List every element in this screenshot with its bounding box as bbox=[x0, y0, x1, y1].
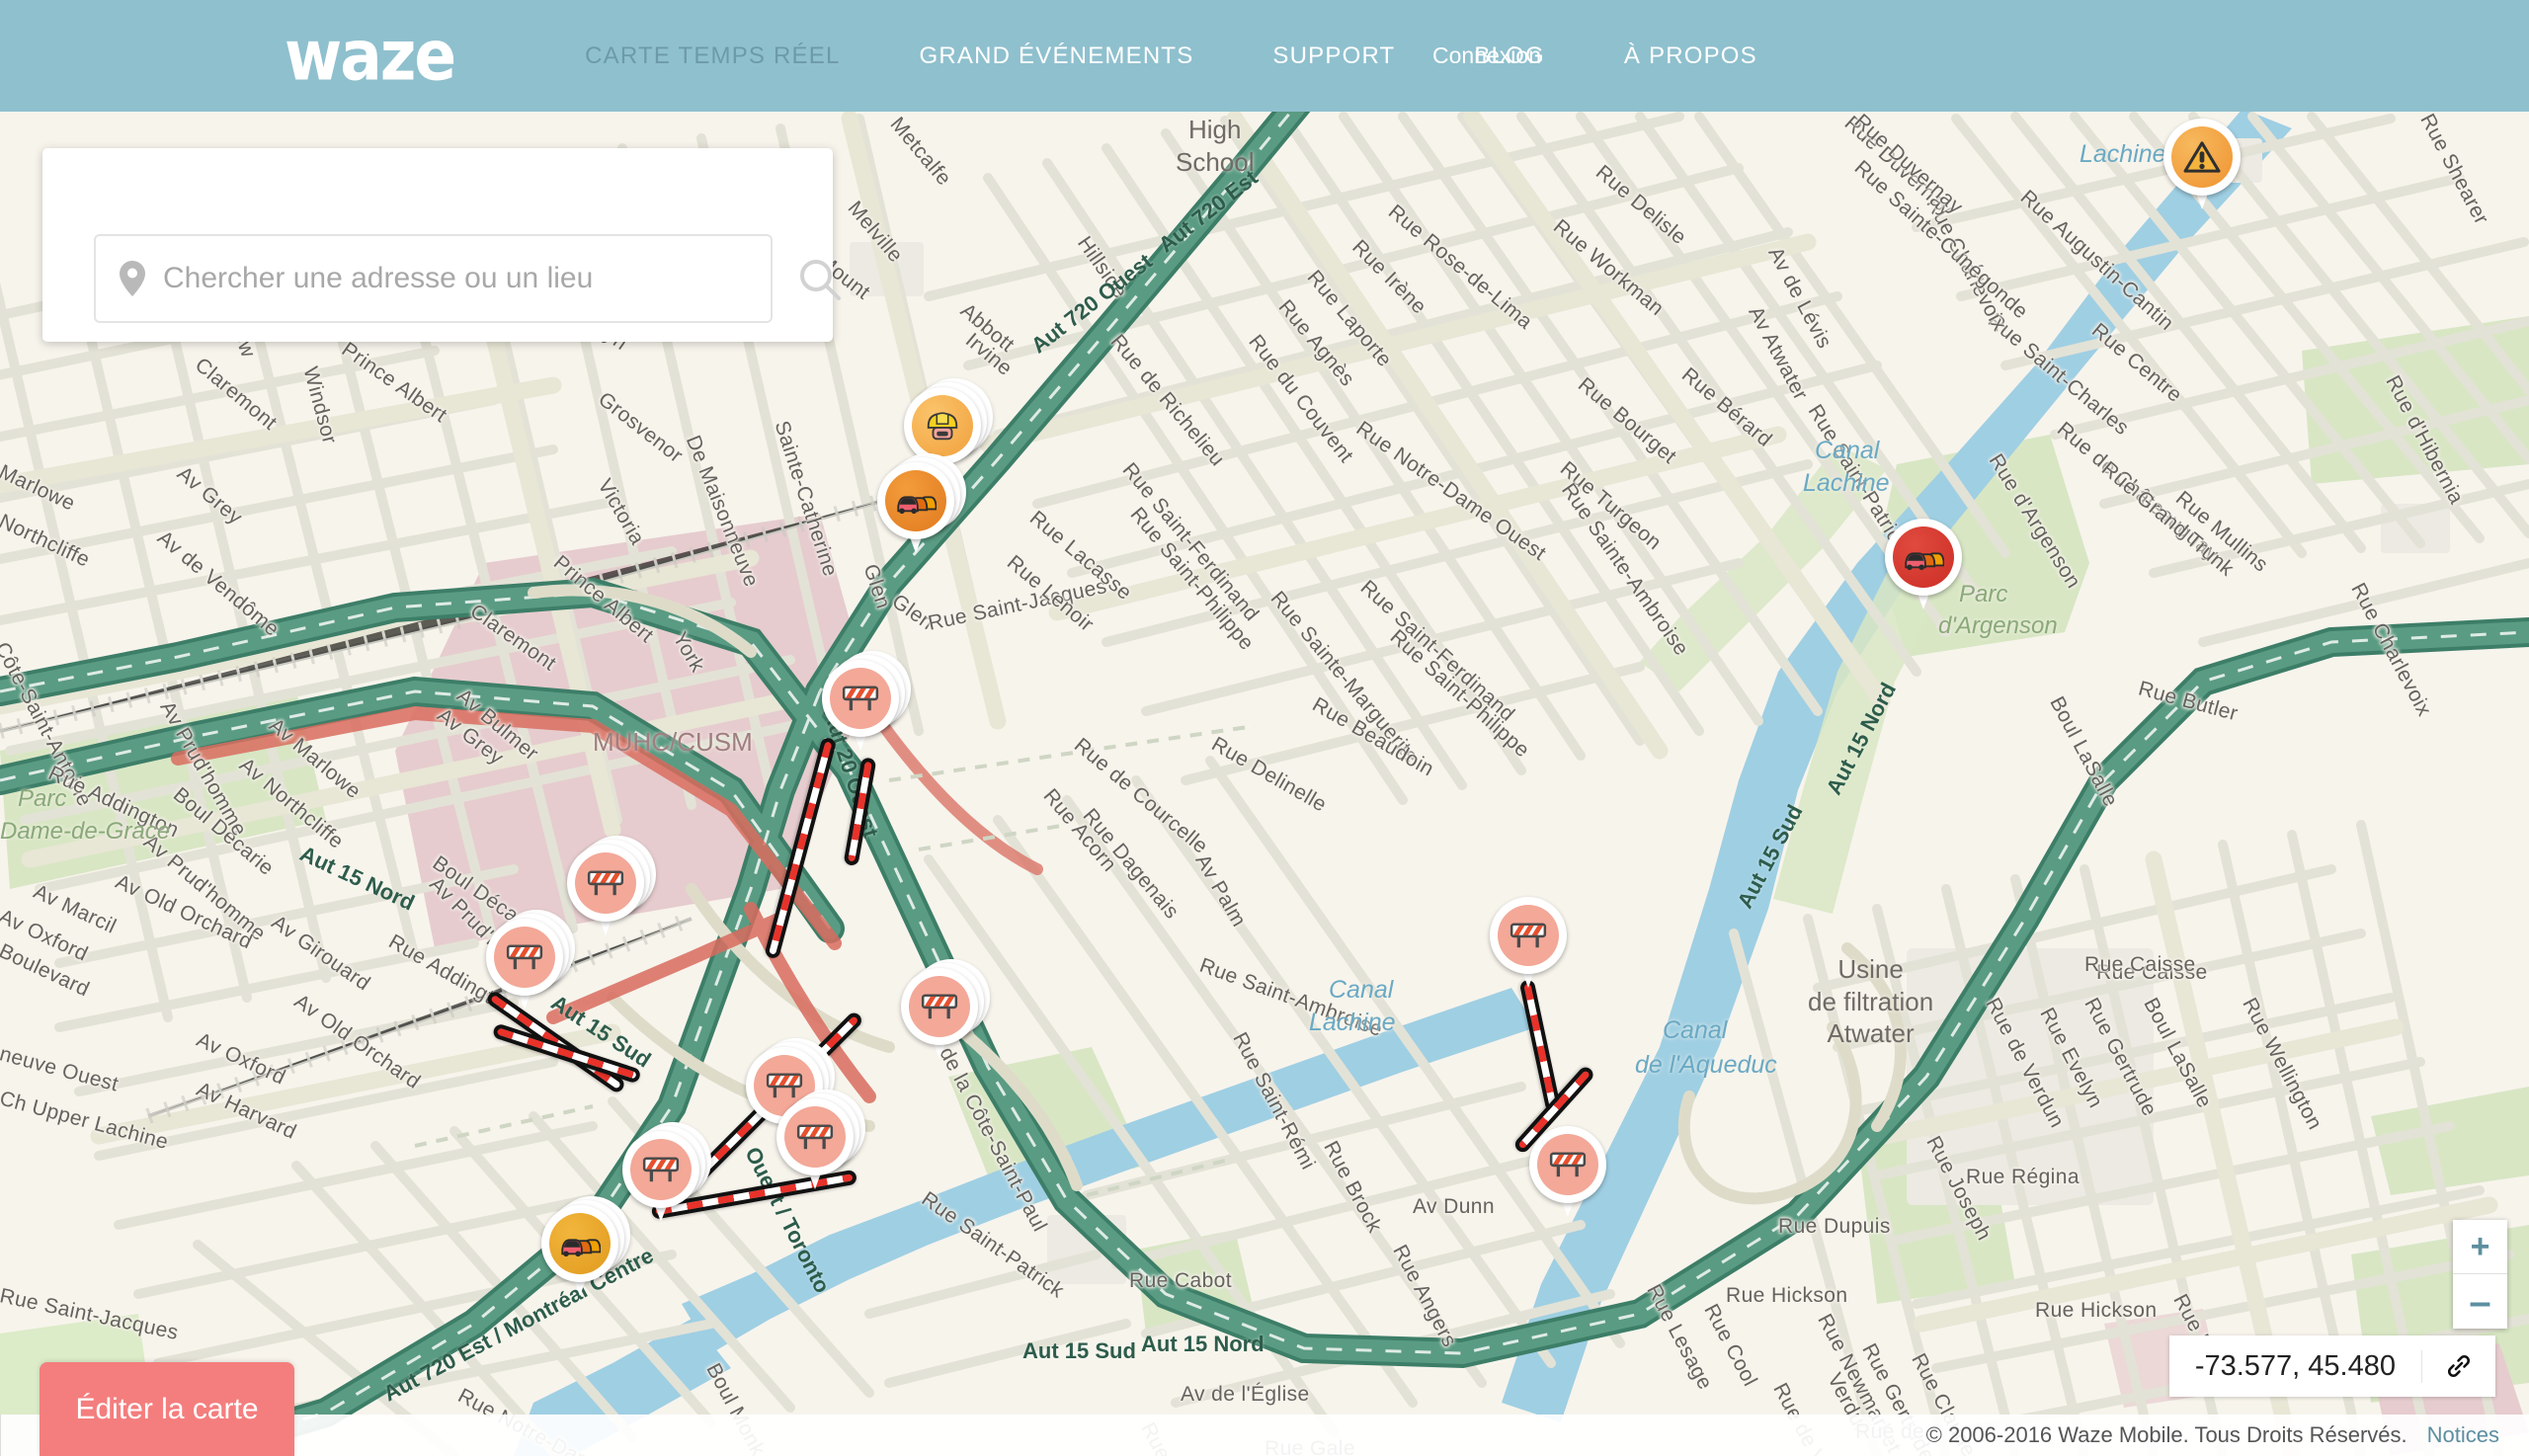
search-panel bbox=[42, 148, 841, 342]
coordinates-readout: -73.577, 45.480 bbox=[2169, 1349, 2422, 1383]
edit-map-button[interactable]: Éditer la carte bbox=[40, 1362, 294, 1456]
marker-bubble[interactable] bbox=[567, 845, 644, 922]
nav-item-grand-evenements[interactable]: GRAND ÉVÉNEMENTS bbox=[880, 42, 1234, 70]
link-icon[interactable] bbox=[2422, 1351, 2495, 1381]
coordinates-bar: -73.577, 45.480 bbox=[2168, 1335, 2495, 1397]
marker-bubble[interactable] bbox=[776, 1098, 854, 1175]
map-marker-road-closure[interactable] bbox=[901, 959, 990, 1063]
site-header: waze CARTE TEMPS RÉEL GRAND ÉVÉNEMENTS S… bbox=[0, 0, 2529, 112]
marker-bubble[interactable] bbox=[2163, 119, 2241, 196]
marker-bubble[interactable] bbox=[901, 968, 978, 1045]
map-marker-traffic-jam[interactable] bbox=[877, 453, 966, 557]
map-marker-road-closure[interactable] bbox=[1529, 1126, 1606, 1221]
footer-copyright: © 2006-2016 Waze Mobile. Tous Droits Rés… bbox=[1925, 1422, 2407, 1447]
hazard-warning-icon bbox=[2171, 126, 2233, 188]
map-marker-traffic-jam[interactable] bbox=[1885, 519, 1962, 613]
road-closure-icon bbox=[1498, 905, 1559, 966]
road-construction-icon bbox=[912, 395, 973, 456]
map-marker-road-closure[interactable] bbox=[486, 910, 575, 1013]
traffic-jam-icon bbox=[885, 470, 946, 531]
marker-bubble[interactable] bbox=[541, 1205, 618, 1282]
traffic-jam-icon bbox=[1893, 526, 1954, 588]
map-marker-traffic-jam[interactable] bbox=[541, 1196, 630, 1300]
marker-bubble[interactable] bbox=[822, 660, 899, 737]
road-closure-icon bbox=[630, 1139, 692, 1200]
road-closure-icon bbox=[909, 976, 970, 1037]
map-marker-road-closure[interactable] bbox=[1490, 897, 1567, 992]
location-pin-icon bbox=[120, 261, 145, 296]
search-icon[interactable] bbox=[795, 255, 845, 304]
footer-notices-link[interactable]: Notices bbox=[2427, 1422, 2499, 1448]
search-box[interactable] bbox=[94, 234, 773, 323]
waze-logo[interactable]: waze bbox=[285, 21, 456, 91]
marker-bubble[interactable] bbox=[622, 1131, 699, 1208]
road-closure-icon bbox=[784, 1106, 846, 1168]
map-marker-road-closure[interactable] bbox=[567, 836, 656, 939]
nav-item-support[interactable]: SUPPORT bbox=[1233, 42, 1434, 70]
zoom-controls: + – bbox=[2453, 1220, 2507, 1329]
map-marker-road-closure[interactable] bbox=[622, 1122, 711, 1226]
search-input[interactable] bbox=[163, 262, 771, 295]
zoom-out-button[interactable]: – bbox=[2453, 1274, 2507, 1329]
login-link[interactable]: Connexion bbox=[1432, 0, 2529, 112]
marker-bubble[interactable] bbox=[1490, 897, 1567, 974]
waze-live-map-page: MarloweNorthcliffeClaremontWillowWindsor… bbox=[0, 0, 2529, 1456]
traffic-jam-icon bbox=[549, 1213, 611, 1274]
map-marker-road-closure[interactable] bbox=[822, 651, 911, 755]
marker-bubble[interactable] bbox=[1529, 1126, 1606, 1203]
road-closure-icon bbox=[575, 852, 636, 914]
marker-bubble[interactable] bbox=[1885, 519, 1962, 596]
map-marker-hazard-warning[interactable] bbox=[2163, 119, 2241, 213]
marker-bubble[interactable] bbox=[486, 919, 563, 996]
road-closure-icon bbox=[1537, 1134, 1598, 1195]
nav-item-carte-temps-reel[interactable]: CARTE TEMPS RÉEL bbox=[545, 42, 879, 70]
map-marker-road-closure[interactable] bbox=[776, 1090, 865, 1193]
road-closure-icon bbox=[494, 927, 555, 988]
marker-bubble[interactable] bbox=[904, 387, 981, 464]
marker-bubble[interactable] bbox=[877, 462, 954, 539]
zoom-in-button[interactable]: + bbox=[2453, 1220, 2507, 1274]
footer-bar: © 2006-2016 Waze Mobile. Tous Droits Rés… bbox=[0, 1415, 2529, 1456]
road-closure-icon bbox=[830, 668, 891, 729]
